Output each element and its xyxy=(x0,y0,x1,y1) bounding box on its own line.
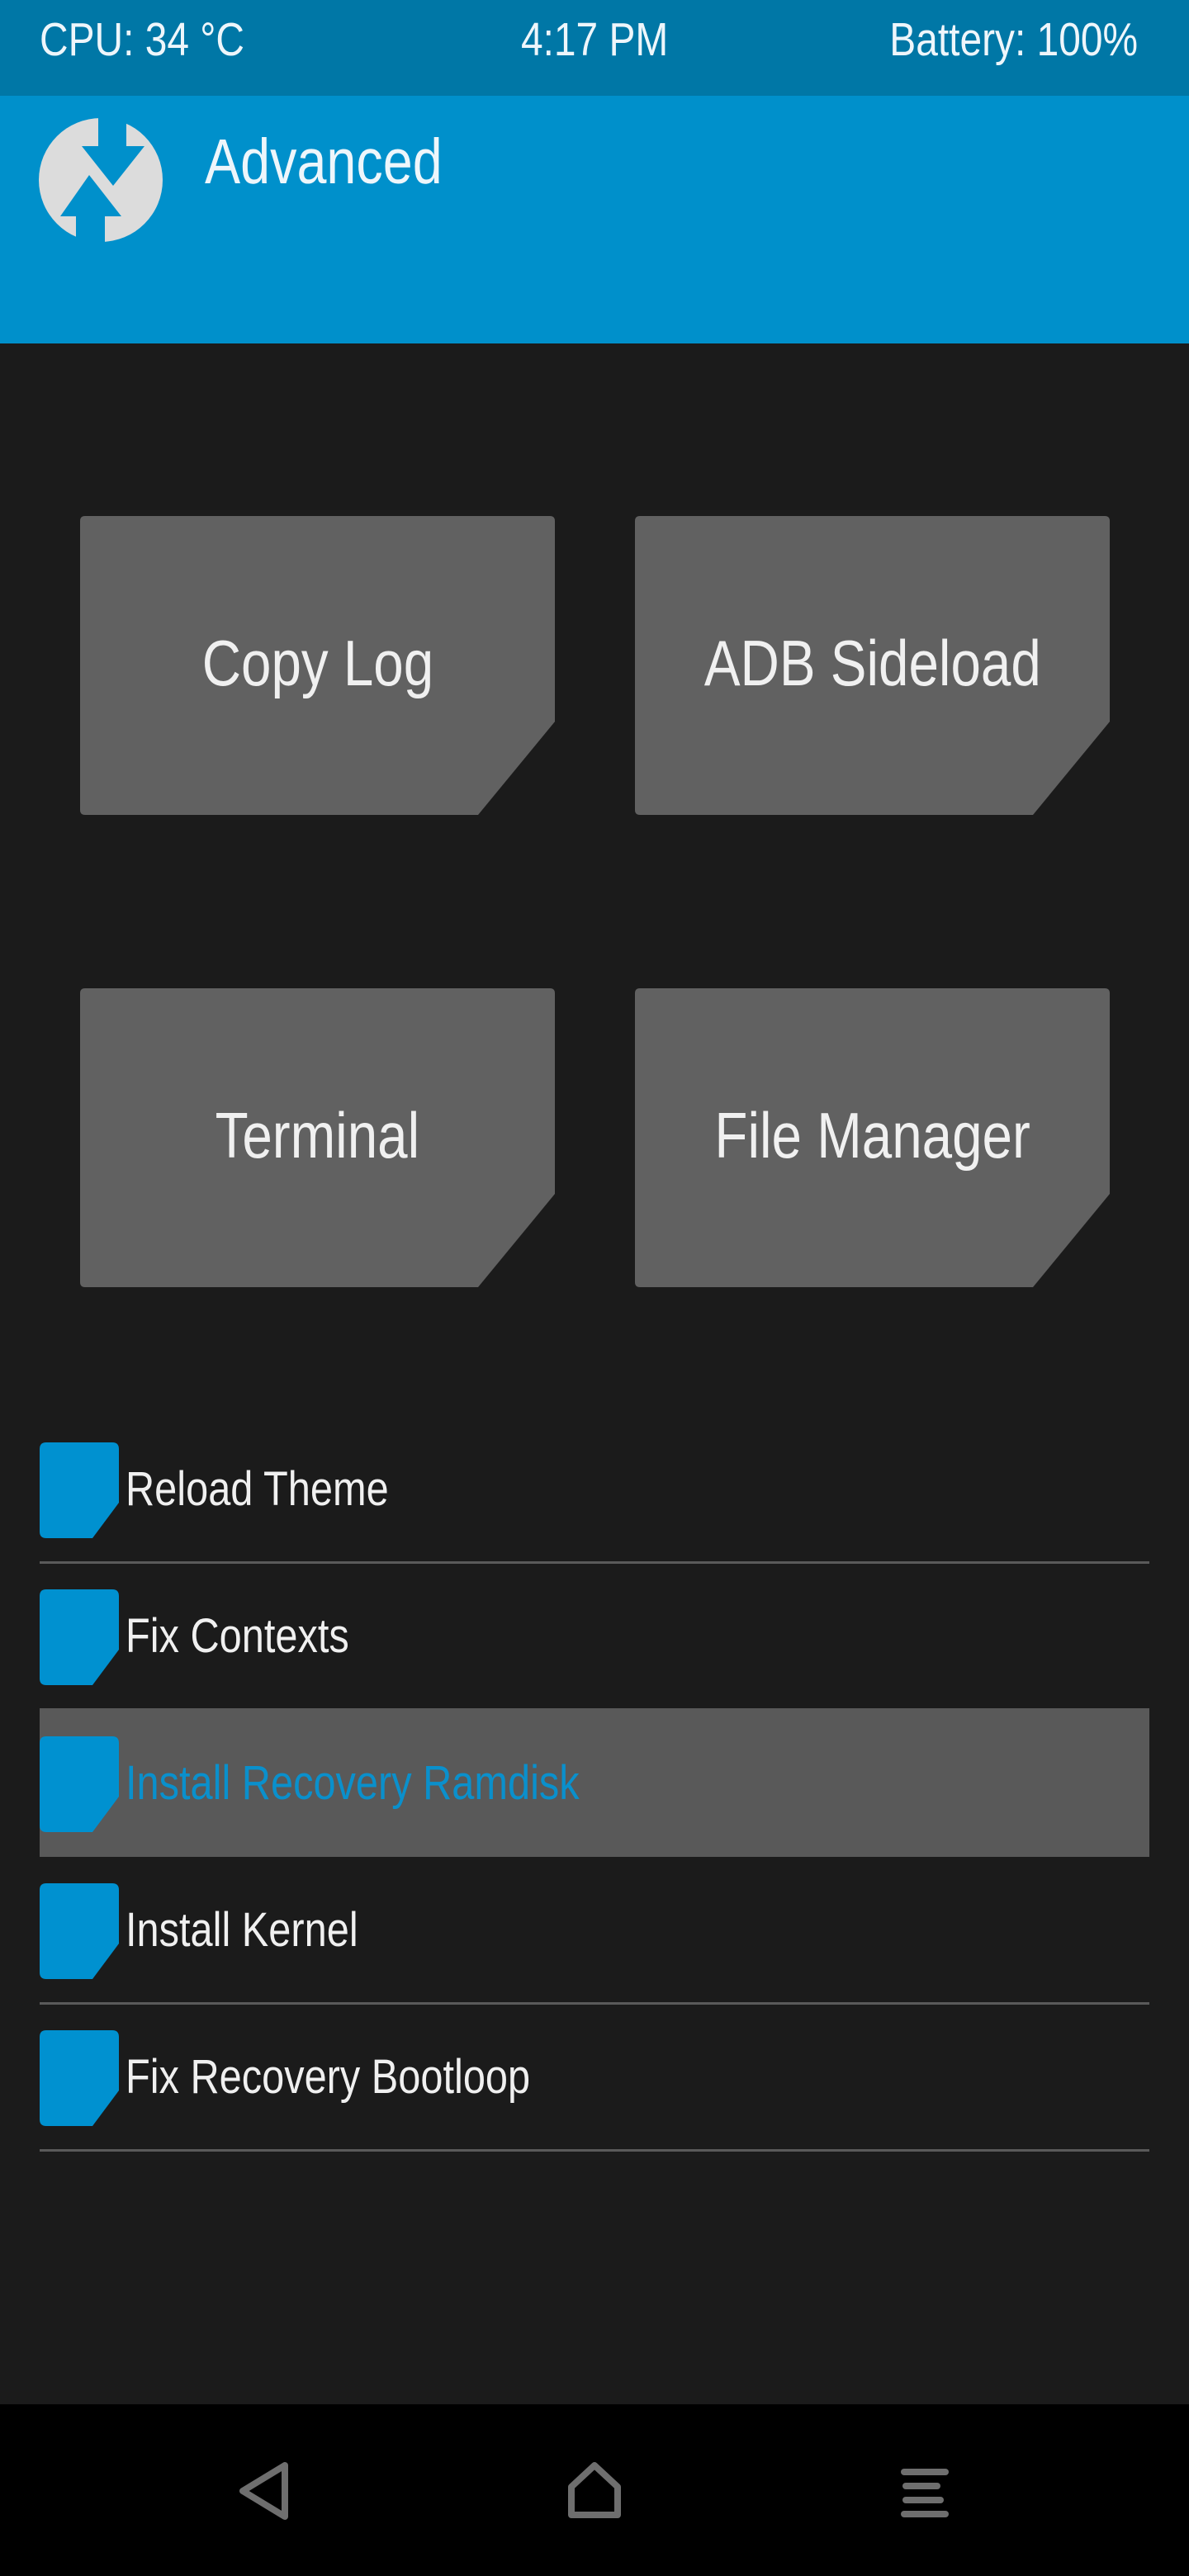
back-button[interactable] xyxy=(216,2454,315,2528)
file-manager-label: File Manager xyxy=(714,1098,1030,1172)
checkbox[interactable] xyxy=(40,1589,119,1685)
option-fix-recovery-bootloop[interactable]: Fix Recovery Bootloop xyxy=(40,2004,1149,2152)
option-reload-theme[interactable]: Reload Theme xyxy=(40,1416,1149,1564)
adb-sideload-label: ADB Sideload xyxy=(703,626,1041,699)
option-label: Install Recovery Ramdisk xyxy=(126,1756,580,1810)
option-label: Reload Theme xyxy=(126,1462,389,1516)
adb-sideload-button[interactable]: ADB Sideload xyxy=(635,516,1110,815)
file-manager-button[interactable]: File Manager xyxy=(635,988,1110,1287)
home-button[interactable] xyxy=(545,2454,644,2528)
option-install-recovery-ramdisk[interactable]: Install Recovery Ramdisk xyxy=(40,1708,1149,1857)
back-icon xyxy=(239,2462,288,2520)
home-icon xyxy=(568,2462,621,2518)
battery-level: Battery: 100% xyxy=(889,13,1138,66)
twrp-logo-icon xyxy=(39,118,163,242)
copy-log-button[interactable]: Copy Log xyxy=(80,516,555,815)
header: Advanced xyxy=(0,96,1189,343)
checkbox[interactable] xyxy=(40,1442,119,1538)
checkbox[interactable] xyxy=(40,2030,119,2126)
checkbox[interactable] xyxy=(40,1883,119,1979)
terminal-label: Terminal xyxy=(215,1098,420,1172)
option-label: Install Kernel xyxy=(126,1903,358,1957)
option-fix-contexts[interactable]: Fix Contexts xyxy=(40,1563,1149,1710)
nav-bar xyxy=(0,2404,1189,2576)
page-title: Advanced xyxy=(205,126,443,197)
option-label: Fix Recovery Bootloop xyxy=(126,2050,531,2104)
divider xyxy=(40,2149,1149,2152)
status-bar: CPU: 34 °C 4:17 PM Battery: 100% xyxy=(0,0,1189,96)
option-label: Fix Contexts xyxy=(126,1609,349,1663)
copy-log-label: Copy Log xyxy=(201,626,433,699)
terminal-button[interactable]: Terminal xyxy=(80,988,555,1287)
option-install-kernel[interactable]: Install Kernel xyxy=(40,1857,1149,2005)
menu-button[interactable] xyxy=(875,2454,974,2528)
checkbox[interactable] xyxy=(40,1736,119,1832)
menu-icon xyxy=(901,2469,949,2517)
